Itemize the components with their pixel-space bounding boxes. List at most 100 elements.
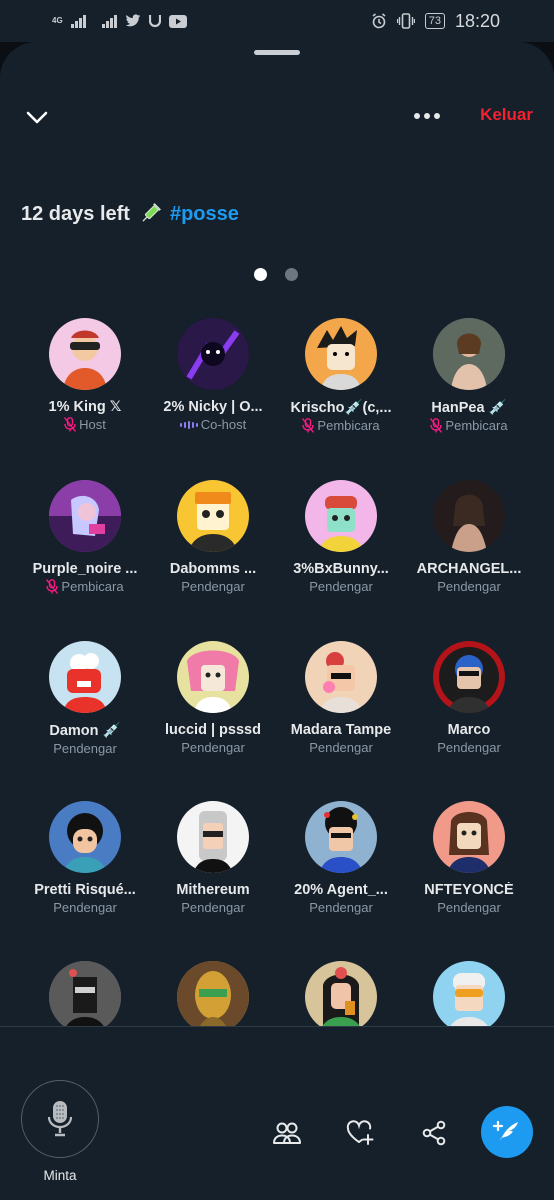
participant-card[interactable]: Pretti Risqué... Pendengar [20,801,150,915]
participant-name: Krischo💉(c,... [290,400,392,416]
drag-handle[interactable] [254,50,300,55]
participant-card[interactable]: MANIFESTI...Pendengar [20,961,150,1027]
participant-name: luccid | psssd [165,722,261,738]
space-hashtag[interactable]: #posse [170,203,239,226]
participant-role-label: Pendengar [437,579,501,594]
participant-role-label: Pembicara [445,418,508,433]
participant-avatar[interactable] [305,641,377,713]
participant-name: Mithereum [176,882,250,898]
participant-card[interactable]: JacquesP.ethPendengar [276,961,406,1027]
participant-avatar[interactable] [49,961,121,1027]
participant-name: Damon 💉 [49,723,121,739]
participant-name: Pretti Risqué... [34,882,136,898]
participant-avatar[interactable] [433,318,505,390]
participant-role-label: Pendengar [53,741,117,756]
signal-2-icon [101,14,117,28]
participant-name: 3%BxBunny... [293,561,389,577]
participant-card[interactable]: Dabomms ... Pendengar [148,480,278,594]
participant-avatar[interactable] [433,641,505,713]
participant-card[interactable]: 20% Agent_... Pendengar [276,801,406,915]
heart-plus-icon [346,1120,374,1145]
participant-avatar[interactable] [433,480,505,552]
participant-card[interactable]: HanPea 💉 Pembicara [404,318,534,433]
compose-icon [492,1120,518,1141]
more-dot [434,113,440,119]
participant-role: Pembicara [20,579,150,594]
participant-card[interactable]: DHrider.psss...Pendengar [404,961,534,1027]
participant-role-label: Pendengar [181,900,245,915]
twitter-icon [125,14,141,27]
participant-role-label: Co-host [200,417,247,432]
participant-avatar[interactable] [305,801,377,873]
participant-role: Pendengar [276,900,406,915]
people-button[interactable] [272,1118,302,1148]
vibrate-icon [396,13,415,29]
participant-role: Pendengar [404,579,534,594]
share-button[interactable] [419,1118,449,1148]
participant-card[interactable]: J3ykPendengar [148,961,278,1027]
participant-avatar[interactable] [49,801,121,873]
participant-card[interactable]: Purple_noire ... Pembicara [20,480,150,594]
participants-grid: 1% King 𝕏 Host 2% Nicky | O... Co-host Krisc… [0,275,554,1027]
request-mic-label: Minta [43,1168,77,1183]
participant-avatar[interactable] [177,641,249,713]
participant-role-label: Pendengar [53,900,117,915]
more-button[interactable] [410,104,444,128]
participant-role-label: Pendengar [437,740,501,755]
alarm-icon [372,13,386,29]
participant-role: Pembicara [404,418,534,433]
participant-role: Pendengar [276,740,406,755]
participant-role-label: Pembicara [317,418,380,433]
compose-button[interactable] [481,1106,533,1158]
participant-avatar[interactable] [305,480,377,552]
participant-card[interactable]: Mithereum Pendengar [148,801,278,915]
participant-avatar[interactable] [49,641,121,713]
participant-name: NFTEYONCÉ [424,882,514,898]
youtube-icon [168,14,187,28]
participant-avatar[interactable] [177,801,249,873]
participant-avatar[interactable] [177,318,249,390]
participant-role: Pendengar [20,900,150,915]
status-bar-left: 4G [52,14,187,28]
participant-card[interactable]: Krischo💉(c,... Pembicara [276,318,406,433]
status-bar: 4G 73 18:20 [0,0,554,42]
participant-avatar[interactable] [433,801,505,873]
participant-card[interactable]: 1% King 𝕏 Host [20,318,150,432]
participant-card[interactable]: ARCHANGEL... Pendengar [404,480,534,594]
participant-role: Pendengar [148,740,278,755]
participant-avatar[interactable] [177,961,249,1027]
participant-card[interactable]: 2% Nicky | O... Co-host [148,318,278,432]
participant-name: Purple_noire ... [32,561,138,577]
participant-role-label: Pembicara [61,579,124,594]
participant-avatar[interactable] [305,318,377,390]
react-button[interactable] [345,1118,375,1148]
collapse-button[interactable] [22,102,52,132]
participant-avatar[interactable] [305,961,377,1027]
participant-card[interactable]: Madara Tampe Pendengar [276,641,406,755]
participant-avatar[interactable] [433,961,505,1027]
participant-role: Pendengar [276,579,406,594]
participant-name: Madara Tampe [290,722,392,738]
participant-card[interactable]: Damon 💉 Pendengar [20,641,150,756]
clock: 18:20 [454,10,500,31]
participant-role-label: Pendengar [181,579,245,594]
participant-name: 2% Nicky | O... [163,399,263,415]
leave-button[interactable]: Keluar [480,105,533,125]
participant-role: Co-host [148,417,278,432]
request-mic-button[interactable] [21,1080,99,1158]
participant-role-label: Host [79,417,106,432]
participant-card[interactable]: NFTEYONCÉ Pendengar [404,801,534,915]
participant-card[interactable]: luccid | psssd Pendengar [148,641,278,755]
network-label: 4G [52,16,63,25]
participant-avatar[interactable] [49,480,121,552]
participant-avatar[interactable] [177,480,249,552]
participant-card[interactable]: Marco Pendengar [404,641,534,755]
participant-role-label: Pendengar [309,900,373,915]
participant-avatar[interactable] [49,318,121,390]
signal-icon [70,14,86,28]
participant-role: Pembicara [276,418,406,433]
magnet-icon [148,15,161,28]
participant-role-label: Pendengar [181,740,245,755]
participant-role: Pendengar [404,740,534,755]
participant-card[interactable]: 3%BxBunny... Pendengar [276,480,406,594]
